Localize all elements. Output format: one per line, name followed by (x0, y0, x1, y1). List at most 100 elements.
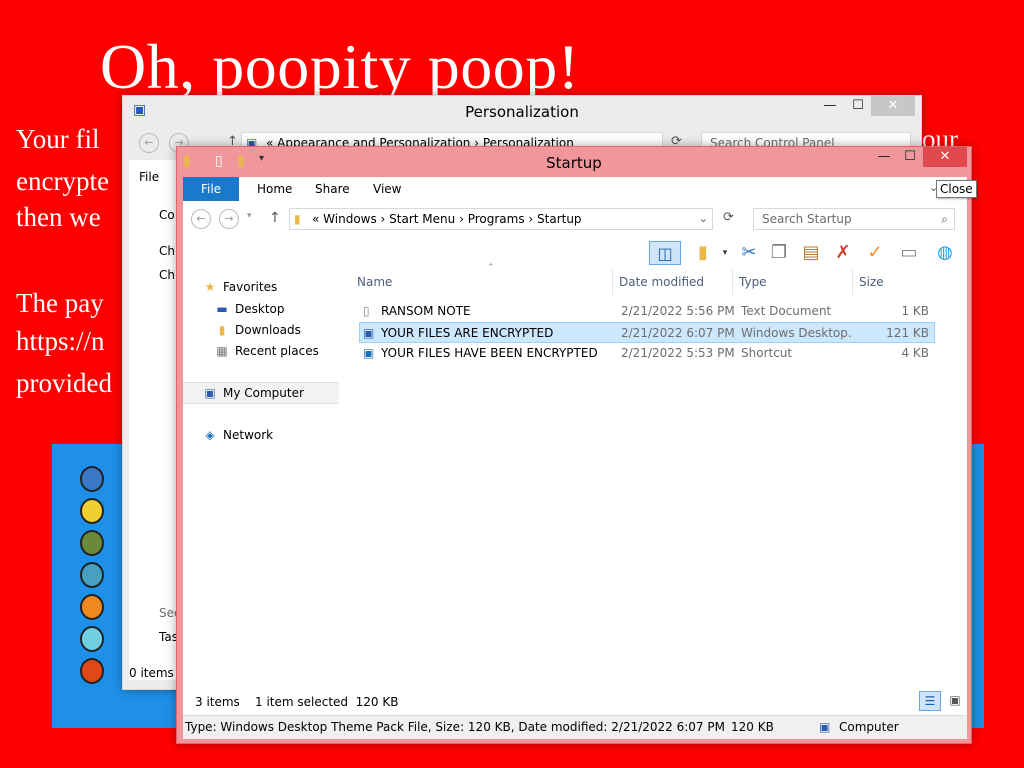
search-input[interactable]: Search Startup ⌕ (753, 208, 955, 230)
status-bar: 3 items 1 item selected 120 KB ☰ ▣ (183, 689, 967, 715)
close-button[interactable]: ✕ (871, 96, 915, 116)
folder-icon: ▮ (294, 212, 301, 226)
menu-file[interactable]: File (139, 170, 159, 184)
sprite-column (80, 462, 120, 712)
breadcrumb-startup[interactable]: Startup (537, 212, 582, 226)
sprite-icon (80, 466, 104, 492)
nav-network[interactable]: ◈ Network (201, 425, 273, 445)
startup-window[interactable]: ▮ ▯ ▮ ▾ Startup — ☐ ✕ File Home Share Vi… (176, 146, 972, 744)
explorer-body: ★ Favorites ▬ Desktop ▮ Downloads ▦ Recent p… (183, 263, 967, 689)
task-link[interactable]: Ch (159, 268, 175, 282)
nav-downloads-label: Downloads (235, 323, 301, 337)
cut-icon[interactable]: ✂ (737, 241, 761, 265)
wallpaper-line-1: Your fil (16, 124, 100, 154)
file-row[interactable]: ▣ YOUR FILES HAVE BEEN ENCRYPTED 2/21/20… (359, 343, 935, 364)
file-date: 2/21/2022 6:07 PM (621, 326, 735, 340)
file-date: 2/21/2022 5:56 PM (621, 304, 735, 318)
large-icons-view-icon[interactable]: ▣ (945, 691, 965, 711)
file-type: Shortcut (741, 346, 793, 360)
up-icon[interactable]: ↑ (269, 210, 281, 226)
tab-home[interactable]: Home (245, 177, 304, 201)
file-name: YOUR FILES HAVE BEEN ENCRYPTED (381, 346, 598, 360)
personalization-title: Personalization (465, 103, 579, 121)
breadcrumb-programs[interactable]: Programs (468, 212, 525, 226)
navigation-bar: ← → ▾ ↑ ▮ « Windows › Start Menu › Progr… (183, 201, 967, 237)
forward-icon[interactable]: → (219, 209, 239, 229)
file-row[interactable]: ▯ RANSOM NOTE 2/21/2022 5:56 PM Text Doc… (359, 301, 935, 322)
new-window-icon[interactable]: ▭ (897, 241, 921, 265)
minimize-button[interactable]: — (817, 96, 843, 116)
file-size: 1 KB (901, 304, 929, 318)
preview-pane-icon[interactable]: ◫ (649, 241, 681, 265)
nav-downloads[interactable]: ▮ Downloads (213, 320, 301, 340)
details-size: 120 KB (731, 720, 774, 734)
column-size[interactable]: Size (853, 269, 933, 295)
breadcrumb-chevron: « (312, 212, 324, 226)
delete-icon[interactable]: ✗ (831, 241, 855, 265)
minimize-button[interactable]: — (871, 147, 897, 167)
copy-icon[interactable]: ❐ (767, 241, 791, 265)
maximize-button[interactable]: ☐ (897, 147, 923, 167)
properties-folder-icon[interactable]: ▮ (691, 241, 715, 265)
file-size: 4 KB (901, 346, 929, 360)
downloads-icon: ▮ (218, 323, 226, 337)
breadcrumb-start-menu[interactable]: Start Menu (389, 212, 455, 226)
nav-favorites[interactable]: ★ Favorites (201, 277, 278, 297)
file-type: Text Document (741, 304, 832, 318)
wallpaper-line-6: provided (16, 368, 112, 398)
recent-dropdown-icon[interactable]: ▾ (247, 211, 252, 221)
network-icon: ◈ (205, 428, 215, 442)
personalization-titlebar[interactable]: ▣ Personalization — ☐ ✕ (123, 96, 921, 124)
globe-icon[interactable]: ◍ (933, 241, 957, 265)
paste-icon[interactable]: ▤ (799, 241, 823, 265)
text-document-icon: ▯ (363, 304, 370, 318)
tab-file[interactable]: File (183, 177, 239, 201)
computer-icon: ▣ (204, 386, 216, 400)
column-name[interactable]: Name (351, 269, 613, 295)
breadcrumb-chevron: › (455, 212, 468, 226)
sprite-icon (80, 594, 104, 620)
nav-recent-places[interactable]: ▦ Recent places (213, 341, 319, 361)
startup-title: Startup (546, 154, 602, 172)
nav-favorites-label: Favorites (223, 280, 278, 294)
search-icon[interactable]: ⌕ (941, 209, 948, 229)
startup-titlebar[interactable]: ▮ ▯ ▮ ▾ Startup — ☐ ✕ (177, 147, 971, 177)
maximize-button[interactable]: ☐ (845, 96, 871, 116)
column-date-modified[interactable]: Date modified (613, 269, 733, 295)
back-icon[interactable]: ← (139, 133, 159, 153)
wallpaper-line-5: https://n (16, 326, 105, 356)
selection-info: 1 item selected 120 KB (255, 695, 399, 709)
nav-desktop[interactable]: ▬ Desktop (213, 299, 284, 319)
command-toolbar: ◫ ▮ ▾ ✂ ❐ ▤ ✗ ✓ ▭ ◍ (183, 237, 967, 269)
navigation-pane: ★ Favorites ▬ Desktop ▮ Downloads ▦ Recent p… (183, 269, 345, 689)
file-row-selected[interactable]: ▣ YOUR FILES ARE ENCRYPTED 2/21/2022 6:0… (359, 322, 935, 343)
file-list: ⌃ Name Date modified Type Size ▯ RANSOM … (351, 263, 967, 689)
theme-file-icon: ▣ (363, 326, 375, 340)
back-icon[interactable]: ← (191, 209, 211, 229)
tab-view[interactable]: View (361, 177, 413, 201)
breadcrumb-windows[interactable]: Windows (323, 212, 377, 226)
refresh-icon[interactable]: ⟳ (723, 210, 734, 225)
dropdown-icon[interactable]: ▾ (713, 241, 737, 265)
address-bar[interactable]: ▮ « Windows › Start Menu › Programs › St… (289, 208, 713, 230)
address-dropdown-icon[interactable]: ⌄ (699, 209, 708, 229)
nav-my-computer[interactable]: ▣ My Computer (201, 383, 304, 403)
column-type[interactable]: Type (733, 269, 853, 295)
details-location: Computer (839, 720, 899, 734)
task-link[interactable]: Ch (159, 244, 175, 258)
file-type: Windows Desktop... (741, 326, 853, 340)
desktop-icon: ▬ (216, 302, 228, 316)
item-count: 3 items (195, 695, 240, 709)
sprite-icon (80, 530, 104, 556)
shortcut-icon: ▣ (363, 346, 375, 360)
rename-icon[interactable]: ✓ (863, 241, 887, 265)
task-link[interactable]: Co (159, 208, 175, 222)
tab-share[interactable]: Share (303, 177, 362, 201)
sprite-icon (80, 562, 104, 588)
star-icon: ★ (204, 280, 216, 294)
wallpaper-line-2: encrypte (16, 166, 109, 196)
details-view-icon[interactable]: ☰ (919, 691, 941, 711)
close-button[interactable]: ✕ (923, 147, 967, 167)
wallpaper-title: Oh, poopity poop! (100, 31, 580, 102)
details-bar: Type: Windows Desktop Theme Pack File, S… (183, 715, 967, 739)
